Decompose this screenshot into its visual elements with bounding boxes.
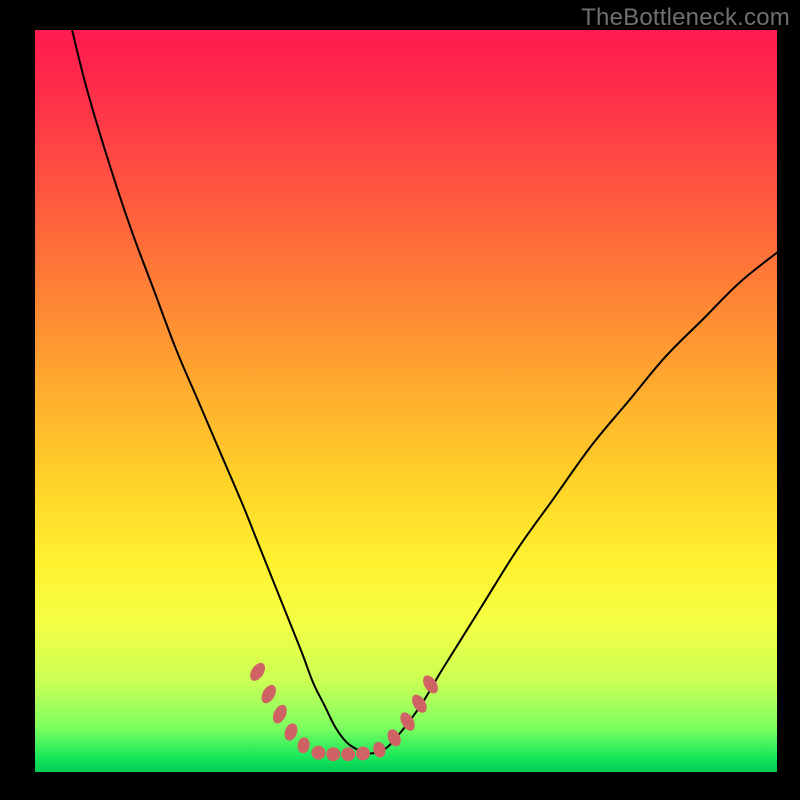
curve-marker	[326, 747, 340, 761]
curve-marker	[341, 747, 355, 761]
curve-marker	[282, 721, 299, 742]
curve-marker	[270, 703, 290, 726]
bottleneck-curve	[72, 30, 777, 753]
curve-svg	[35, 30, 777, 772]
chart-stage: TheBottleneck.com	[0, 0, 800, 800]
curve-marker	[259, 682, 279, 705]
curve-marker	[356, 746, 370, 760]
plot-area	[35, 30, 777, 772]
curve-marker	[311, 746, 325, 760]
curve-marker	[371, 740, 387, 759]
curve-marker	[296, 736, 311, 754]
curve-marker	[247, 660, 268, 683]
watermark-text: TheBottleneck.com	[581, 4, 790, 32]
marker-group	[247, 660, 441, 761]
